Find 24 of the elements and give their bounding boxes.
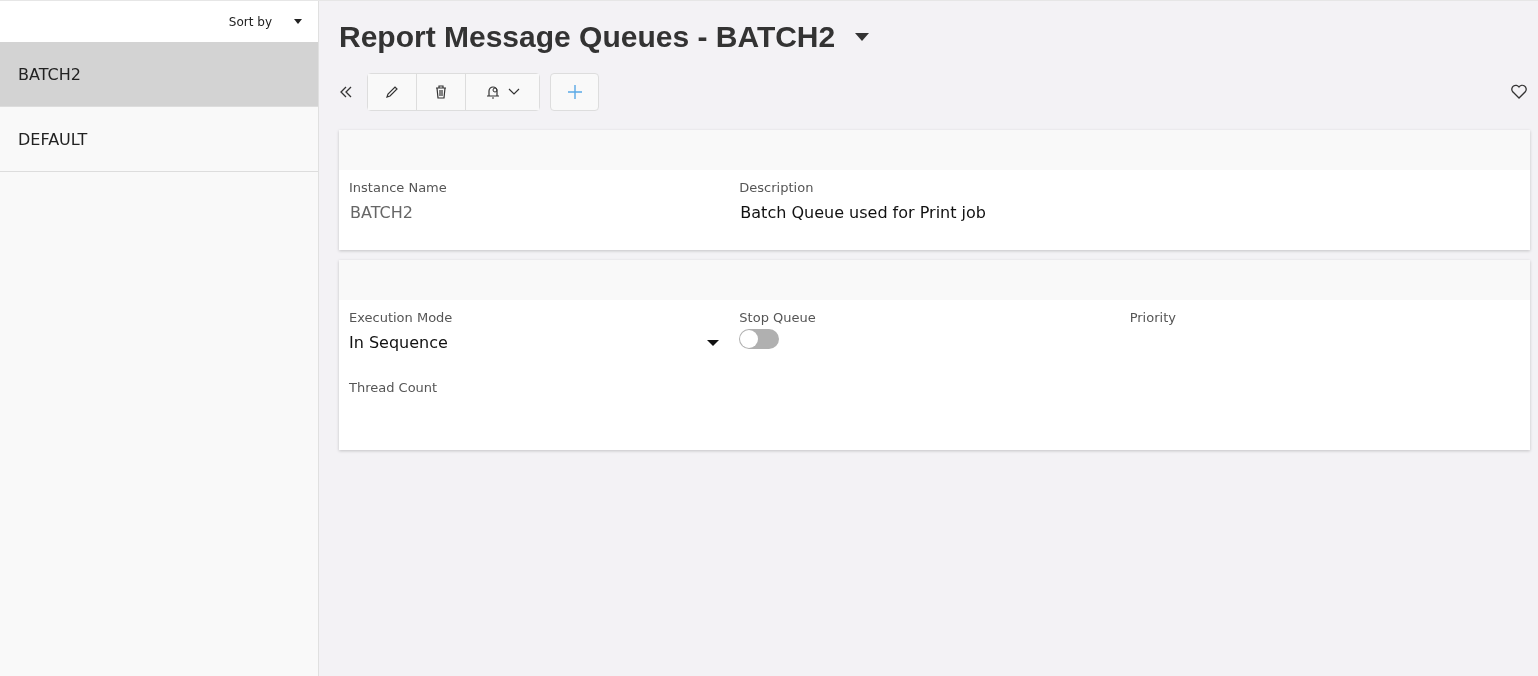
edit-button[interactable] [368, 74, 417, 110]
field-label: Priority [1129, 310, 1177, 325]
field-label: Description [739, 180, 815, 195]
field-label: Stop Queue [739, 310, 817, 325]
caret-icon [707, 339, 719, 346]
heart-icon[interactable] [1510, 84, 1528, 100]
plus-icon [566, 84, 583, 100]
bell-icon [485, 85, 500, 99]
select-field[interactable]: In Sequence [349, 333, 719, 352]
field-label: Execution Mode [349, 310, 454, 325]
trash-icon [435, 85, 447, 99]
caret-icon[interactable] [855, 33, 870, 41]
field-value: Batch Queue used for Print job [739, 203, 987, 222]
sort-by-dropdown[interactable]: Sort by [222, 13, 308, 30]
double-chevron-left-icon[interactable] [339, 85, 353, 99]
field-label: Thread Count [349, 380, 439, 395]
chevron-down-icon [507, 88, 520, 96]
sidebar-item[interactable]: BATCH2 [0, 42, 318, 107]
caret-icon [294, 19, 302, 24]
field-label: Instance Name [349, 180, 448, 195]
field-value: BATCH2 [349, 203, 414, 222]
pencil-icon [385, 85, 399, 99]
toggle-switch[interactable] [739, 329, 780, 349]
page-title: Report Message Queues - BATCH2 [339, 20, 836, 54]
